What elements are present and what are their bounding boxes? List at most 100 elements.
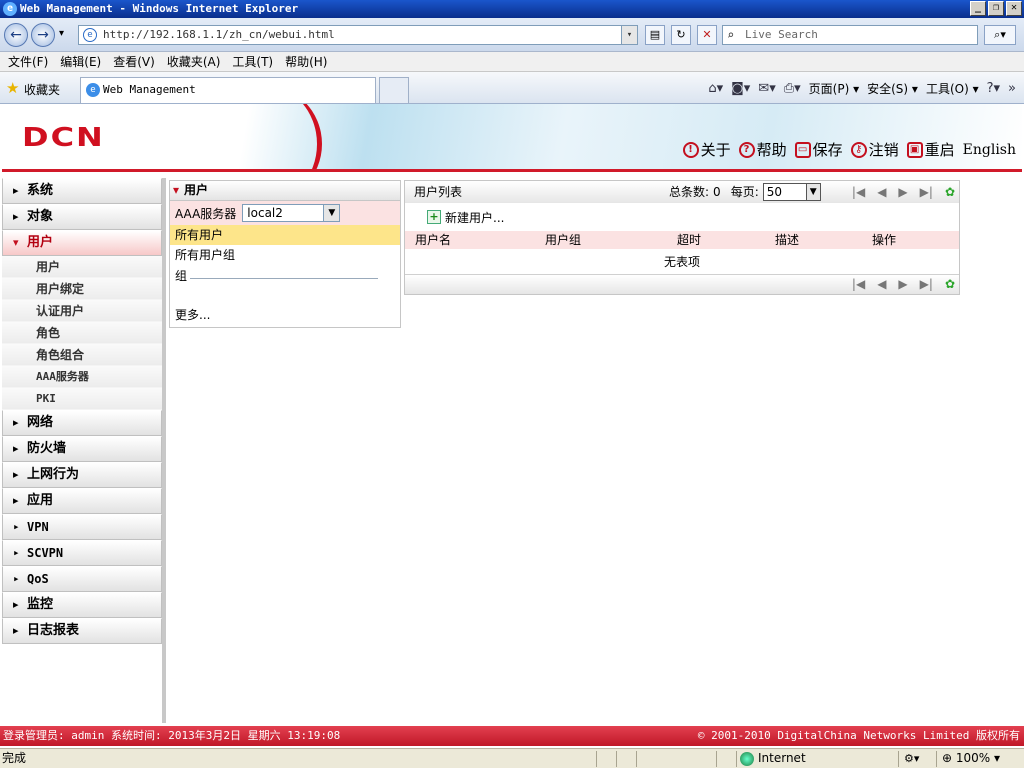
command-tools[interactable]: 工具(O) ▾ — [926, 80, 979, 97]
minimize-button[interactable]: _ — [970, 1, 986, 16]
sidebar-sub-role-combination[interactable]: 角色组合 — [2, 344, 162, 366]
help-link[interactable]: ? 帮助 — [738, 139, 787, 160]
sidebar-item-log-report[interactable]: 日志报表 — [2, 618, 162, 644]
menu-favorites[interactable]: 收藏夹(A) — [167, 53, 221, 70]
mail-icon[interactable]: ✉▾ — [758, 81, 775, 96]
col-description[interactable]: 描述 — [775, 231, 799, 249]
close-button[interactable]: ✕ — [1006, 1, 1022, 16]
all-user-groups-item[interactable]: 所有用户组 — [170, 245, 400, 265]
restore-button[interactable]: ❐ — [988, 1, 1004, 16]
back-button[interactable]: ← — [4, 23, 28, 47]
sidebar-item-firewall[interactable]: 防火墙 — [2, 436, 162, 462]
next-page-icon[interactable]: ▶ — [898, 277, 907, 291]
help-icon: ? — [738, 141, 755, 158]
add-user-icon: + — [427, 210, 441, 224]
sidebar-sub-role[interactable]: 角色 — [2, 322, 162, 344]
user-table-header: 用户名 用户组 超时 描述 操作 — [405, 231, 959, 249]
per-page-select[interactable]: 50 ▼ — [762, 183, 821, 201]
sidebar-item-application[interactable]: 应用 — [2, 488, 162, 514]
new-user-button[interactable]: 新建用户... — [445, 209, 504, 226]
sidebar-sub-aaa-server[interactable]: AAA服务器 — [2, 366, 162, 388]
user-tree-panel: 用户 AAA服务器 local2 ▼ 所有用户 所有用户组 组 更多... — [169, 180, 401, 328]
protected-mode-icon[interactable]: ⚙▾ — [904, 749, 919, 768]
first-page-icon[interactable]: |◀ — [852, 277, 865, 291]
user-list-title: 用户列表 — [414, 185, 463, 199]
group-divider — [190, 278, 378, 279]
url-field[interactable]: e http://192.168.1.1/zh_cn/webui.html ▾ — [78, 25, 638, 45]
help-dropdown-icon[interactable]: ?▾ — [987, 81, 1000, 96]
language-english-link[interactable]: English — [963, 142, 1016, 158]
logout-link[interactable]: ⚷ 注销 — [850, 139, 899, 160]
search-input[interactable]: ⌕ Live Search — [722, 25, 978, 45]
browser-tab-active[interactable]: e Web Management — [80, 77, 376, 103]
next-page-icon[interactable]: ▶ — [898, 181, 907, 203]
forward-button[interactable]: → — [31, 23, 55, 47]
sidebar-item-internet-behavior[interactable]: 上网行为 — [2, 462, 162, 488]
command-page[interactable]: 页面(P) ▾ — [809, 80, 859, 97]
status-divider — [736, 751, 737, 767]
zoom-level[interactable]: ⊕ 100% ▾ — [942, 749, 1000, 768]
status-divider — [716, 751, 717, 767]
menu-edit[interactable]: 编辑(E) — [60, 53, 101, 70]
sidebar-sub-pki[interactable]: PKI — [2, 388, 162, 410]
restart-link[interactable]: ▣ 重启 — [906, 139, 955, 160]
last-page-icon[interactable]: ▶| — [920, 277, 933, 291]
menu-help[interactable]: 帮助(H) — [285, 53, 327, 70]
sidebar-item-users[interactable]: 用户 — [2, 230, 162, 256]
last-page-icon[interactable]: ▶| — [920, 181, 933, 203]
menu-tools[interactable]: 工具(T) — [232, 53, 273, 70]
pager-buttons-bottom: |◀ ◀ ▶ ▶| ✿ — [852, 277, 955, 291]
menu-view[interactable]: 查看(V) — [113, 53, 155, 70]
url-text: http://192.168.1.1/zh_cn/webui.html — [103, 28, 335, 41]
window-controls: _ ❐ ✕ — [970, 1, 1022, 16]
status-divider — [616, 751, 617, 767]
sidebar-item-vpn[interactable]: VPN — [2, 514, 162, 540]
sidebar-sub-user[interactable]: 用户 — [2, 256, 162, 278]
sidebar-sub-auth-user[interactable]: 认证用户 — [2, 300, 162, 322]
prev-page-icon[interactable]: ◀ — [877, 181, 886, 203]
about-link[interactable]: ! 关于 — [682, 139, 731, 160]
sidebar-sub-user-binding[interactable]: 用户绑定 — [2, 278, 162, 300]
refresh-icon[interactable]: ✿ — [945, 181, 955, 203]
chevron-down-icon: ▼ — [323, 205, 340, 221]
save-link[interactable]: ▭ 保存 — [794, 139, 843, 160]
url-dropdown-icon[interactable]: ▾ — [621, 26, 637, 44]
compat-view-icon[interactable]: ▤ — [645, 25, 665, 45]
col-user-group[interactable]: 用户组 — [545, 231, 581, 249]
aaa-server-select[interactable]: local2 ▼ — [242, 204, 341, 222]
per-page-label: 每页: — [730, 185, 759, 199]
sidebar-item-scvpn[interactable]: SCVPN — [2, 540, 162, 566]
menu-file[interactable]: 文件(F) — [8, 53, 48, 70]
sidebar-item-system[interactable]: 系统 — [2, 178, 162, 204]
prev-page-icon[interactable]: ◀ — [877, 277, 886, 291]
home-icon[interactable]: ⌂▾ — [708, 81, 723, 96]
sidebar-nav: 系统 对象 用户 用户 用户绑定 认证用户 角色 角色组合 AAA服务器 PKI… — [2, 178, 162, 723]
refresh-icon[interactable]: ↻ — [671, 25, 691, 45]
new-tab-button[interactable] — [379, 77, 409, 103]
security-zone[interactable]: Internet — [740, 749, 806, 768]
stop-icon[interactable]: ✕ — [697, 25, 717, 45]
sidebar-item-objects[interactable]: 对象 — [2, 204, 162, 230]
print-icon[interactable]: ⎙▾ — [784, 81, 801, 96]
chevron-more-icon[interactable]: » — [1008, 81, 1016, 96]
sidebar-item-qos[interactable]: QoS — [2, 566, 162, 592]
login-info-bar: 登录管理员: admin 系统时间: 2013年3月2日 星期六 13:19:0… — [0, 726, 1024, 746]
col-username[interactable]: 用户名 — [415, 231, 451, 249]
sidebar-item-monitor[interactable]: 监控 — [2, 592, 162, 618]
col-timeout[interactable]: 超时 — [677, 231, 701, 249]
feeds-icon[interactable]: ◙▾ — [731, 81, 750, 96]
all-users-item[interactable]: 所有用户 — [170, 225, 400, 245]
sidebar-item-network[interactable]: 网络 — [2, 410, 162, 436]
favorites-star-icon[interactable]: ★ — [6, 79, 19, 97]
user-tree-title[interactable]: 用户 — [170, 181, 400, 201]
aaa-server-row: AAA服务器 local2 ▼ — [170, 201, 400, 225]
search-button[interactable]: ⌕▾ — [984, 25, 1016, 45]
first-page-icon[interactable]: |◀ — [852, 181, 865, 203]
sidebar-splitter[interactable] — [162, 178, 166, 723]
refresh-icon[interactable]: ✿ — [945, 277, 955, 291]
favorites-button[interactable]: 收藏夹 — [24, 81, 60, 98]
status-divider — [636, 751, 637, 767]
command-safety[interactable]: 安全(S) ▾ — [867, 80, 918, 97]
history-dropdown-icon[interactable]: ▾ — [59, 28, 64, 39]
more-link[interactable]: 更多... — [170, 305, 400, 325]
